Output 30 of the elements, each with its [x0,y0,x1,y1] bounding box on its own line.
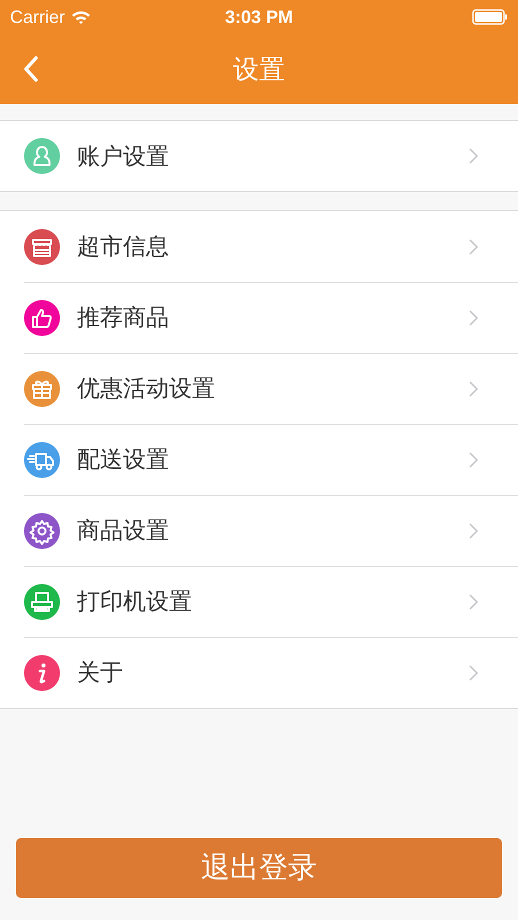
printer-icon [24,584,60,620]
item-label: 超市信息 [77,233,169,262]
item-label: 账户设置 [77,142,169,172]
thumbs-up-icon [24,300,60,336]
store-icon [24,228,60,264]
chevron-icon [469,594,478,610]
chevron-icon [469,380,478,396]
battery-icon [472,9,508,25]
chevron-icon [469,310,478,326]
status-time: 3:03 PM [224,6,294,26]
chevron-icon [469,238,478,254]
chevron-icon [469,452,478,468]
chevron-icon [469,664,478,680]
gift-icon [24,370,60,406]
back-icon [23,56,39,82]
item-label: 关于 [77,659,123,688]
item-label: 配送设置 [77,446,169,475]
chevron-icon [469,522,478,538]
wifi-icon [71,10,92,24]
carrier-name: Carrier [10,6,66,28]
gear-icon [24,512,60,548]
chevron-icon [469,148,478,164]
truck-icon [24,442,60,478]
item-label: 推荐商品 [77,304,169,333]
item-label: 优惠活动设置 [77,375,215,404]
info-icon [24,654,60,690]
item-label: 商品设置 [77,517,169,546]
item-label: 打印机设置 [77,588,192,617]
person-icon [24,138,60,174]
page-title: 设置 [233,52,285,86]
